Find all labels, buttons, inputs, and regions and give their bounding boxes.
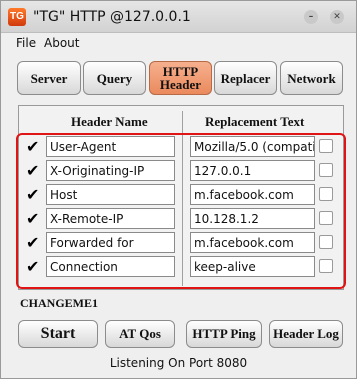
highlight-box [16, 133, 346, 289]
close-icon[interactable]: ✕ [330, 10, 344, 24]
status-footer: Listening On Port 8080 [109, 356, 248, 370]
window-title: "TG" HTTP @127.0.0.1 [33, 9, 191, 25]
menu-about[interactable]: About [44, 36, 79, 50]
menu-bar: File About [1, 33, 356, 53]
tab-server[interactable]: Server [17, 61, 81, 95]
app-logo-icon: TG [8, 8, 26, 26]
http-ping-button[interactable]: HTTP Ping [186, 320, 262, 348]
tab-replacer[interactable]: Replacer [214, 61, 277, 95]
tab-query[interactable]: Query [83, 61, 146, 95]
tab-http-header[interactable]: HTTP Header [149, 61, 212, 95]
app-window: TG "TG" HTTP @127.0.0.1 – ✕ File About S… [0, 0, 357, 379]
column-header-name: Header Name [71, 114, 148, 129]
minimize-icon[interactable]: – [304, 10, 318, 24]
title-bar[interactable]: TG "TG" HTTP @127.0.0.1 – ✕ [1, 1, 356, 33]
column-header-replacement: Replacement Text [205, 114, 305, 129]
start-button[interactable]: Start [18, 320, 98, 348]
header-log-button[interactable]: Header Log [269, 320, 343, 348]
status-label: CHANGEME1 [20, 296, 98, 310]
at-qos-button[interactable]: AT Qos [105, 320, 175, 348]
menu-file[interactable]: File [16, 36, 36, 50]
tab-network[interactable]: Network [280, 61, 343, 95]
